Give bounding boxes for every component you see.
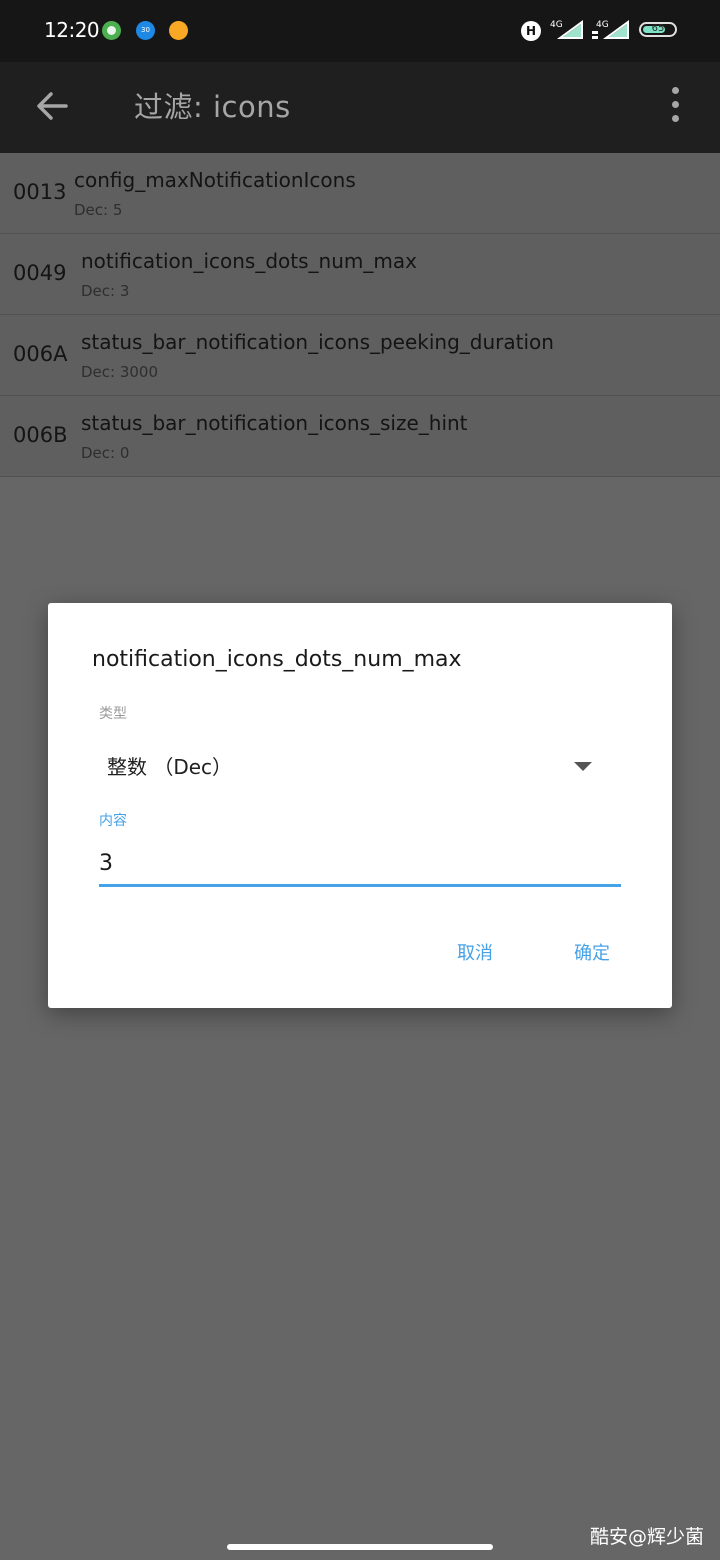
item-value: Dec: 3 xyxy=(81,282,130,300)
item-value: Dec: 5 xyxy=(74,201,123,219)
list-item[interactable]: 006A status_bar_notification_icons_peeki… xyxy=(0,315,720,396)
dialog-title: notification_icons_dots_num_max xyxy=(92,647,462,672)
signal-icon-sim1: 4G xyxy=(550,20,586,46)
blue-app-icon: 30 xyxy=(136,21,155,40)
list-item[interactable]: 006B status_bar_notification_icons_size_… xyxy=(0,396,720,477)
dropdown-arrow-icon xyxy=(574,762,592,771)
battery-icon: 65 xyxy=(639,22,677,37)
type-select[interactable]: 整数 （Dec） xyxy=(99,741,599,789)
resource-list: 0013 config_maxNotificationIcons Dec: 5 … xyxy=(0,153,720,477)
more-vert-icon xyxy=(672,87,679,94)
content-input[interactable] xyxy=(99,843,621,887)
content-label: 内容 xyxy=(99,813,127,829)
item-name: status_bar_notification_icons_size_hint xyxy=(81,411,468,435)
item-value: Dec: 0 xyxy=(81,444,130,462)
edit-value-dialog: notification_icons_dots_num_max 类型 整数 （D… xyxy=(48,603,672,1008)
home-indicator[interactable] xyxy=(227,1544,493,1550)
item-id: 0049 xyxy=(13,261,67,285)
green-circle-icon xyxy=(102,21,121,40)
watermark: 酷安@辉少菌 xyxy=(590,1526,705,1548)
orange-app-icon xyxy=(169,21,188,40)
type-selected-value: 整数 （Dec） xyxy=(107,755,233,779)
arrow-back-icon xyxy=(37,92,68,120)
status-time: 12:20 xyxy=(44,18,100,42)
item-name: config_maxNotificationIcons xyxy=(74,168,356,192)
page-title: 过滤: icons xyxy=(134,90,291,124)
status-bar: 12:20 30 H 4G 4G 65 xyxy=(0,0,720,62)
hd-badge: H xyxy=(521,21,541,41)
signal-icon-sim2: 4G xyxy=(592,20,632,46)
item-value: Dec: 3000 xyxy=(81,363,159,381)
more-options-button[interactable] xyxy=(660,82,692,130)
item-name: notification_icons_dots_num_max xyxy=(81,249,417,273)
item-name: status_bar_notification_icons_peeking_du… xyxy=(81,330,554,354)
cancel-button[interactable]: 取消 xyxy=(457,939,493,965)
confirm-button[interactable]: 确定 xyxy=(574,939,610,965)
list-item[interactable]: 0013 config_maxNotificationIcons Dec: 5 xyxy=(0,153,720,234)
list-item[interactable]: 0049 notification_icons_dots_num_max Dec… xyxy=(0,234,720,315)
back-button[interactable] xyxy=(28,82,76,130)
type-label: 类型 xyxy=(99,706,127,722)
item-id: 006B xyxy=(13,423,68,447)
item-id: 006A xyxy=(13,342,68,366)
item-id: 0013 xyxy=(13,180,67,204)
battery-level: 65 xyxy=(651,23,665,34)
app-bar: 过滤: icons xyxy=(0,62,720,153)
